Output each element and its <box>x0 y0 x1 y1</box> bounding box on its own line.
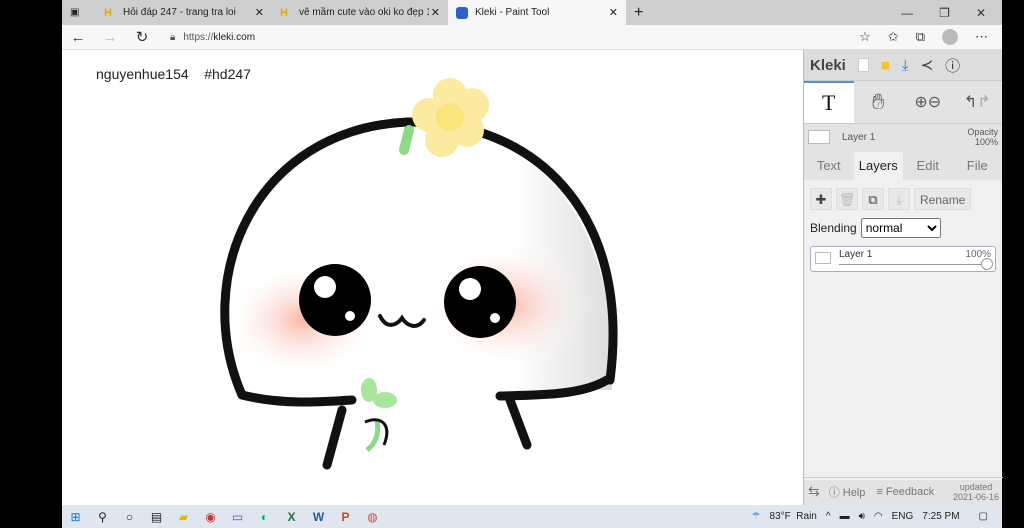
tab-text[interactable]: Text <box>804 152 854 180</box>
delete-layer-button[interactable]: 🗑︎ <box>836 188 858 210</box>
weather-text[interactable]: 83°F Rain <box>770 511 817 522</box>
show-hidden-icon[interactable]: ^ <box>826 511 831 522</box>
hoidap-favicon: H <box>280 6 288 19</box>
layer-thumbnail <box>815 252 831 264</box>
collections-icon[interactable]: ⧉ <box>916 29 925 45</box>
help-icon[interactable]: ⓘ <box>945 55 960 76</box>
kleki-favicon <box>456 6 468 19</box>
back-icon[interactable]: ← <box>62 29 94 46</box>
swap-side-icon[interactable]: ⇆ <box>808 483 820 500</box>
close-icon[interactable]: ✕ <box>431 6 440 19</box>
close-icon[interactable]: ✕ <box>609 6 618 19</box>
add-layer-button[interactable]: ✚ <box>810 188 832 210</box>
chrome-icon[interactable]: ◍ <box>359 510 386 524</box>
monitor-icon[interactable]: ▭ <box>224 510 251 524</box>
task-view-icon[interactable]: ▤ <box>143 510 170 524</box>
forward-icon[interactable]: → <box>94 29 126 46</box>
tab-edit[interactable]: Edit <box>903 152 953 180</box>
layer-item[interactable]: Layer 1 100% <box>810 246 996 272</box>
share-icon[interactable]: ≺ <box>921 56 934 74</box>
edge-icon[interactable]: ◐ <box>251 510 278 524</box>
updated-info: updated 2021-06-16 <box>952 481 999 502</box>
drawing-canvas[interactable]: nguyenhue154 #hd247 <box>62 50 803 505</box>
opacity-slider-handle[interactable] <box>981 258 993 270</box>
favorite-add-icon[interactable]: ☆ <box>859 29 871 45</box>
more-icon[interactable]: ⋯ <box>975 29 988 45</box>
hand-tool[interactable]: ✋︎ <box>854 81 904 123</box>
tab-hoidap[interactable]: H Hỏi đáp 247 - trang tra loi ✕ <box>96 0 272 25</box>
explorer-icon[interactable]: ▰ <box>170 510 197 524</box>
favorites-icon[interactable]: ✩ <box>888 29 899 45</box>
notifications-icon[interactable]: ▢ <box>979 511 988 522</box>
weather-icon[interactable]: ☂ <box>752 511 761 522</box>
new-image-icon[interactable] <box>857 58 869 72</box>
clock[interactable]: 7:25 PM <box>922 511 959 522</box>
zoom-buttons[interactable]: ⊕ ⊖ <box>903 81 953 123</box>
lock-icon: 🔒︎ <box>170 31 176 43</box>
cortana-icon[interactable]: ○ <box>116 510 143 524</box>
tab-actions-button[interactable]: ▣ <box>62 0 96 25</box>
restore-icon[interactable]: ❐ <box>939 6 950 20</box>
taskbar: ⊞ ⚲ ○ ▤ ▰ ◉ ▭ ◐ X W P ◍ ☂ 83°F Rain ^ ▬ … <box>62 505 1002 528</box>
opacity-slider[interactable] <box>839 264 987 265</box>
download-icon[interactable]: ⤓ <box>902 57 909 74</box>
address-bar: ← → ↻ 🔒︎ https://kleki.com ☆ ✩ ⧉ ⋯ <box>62 25 1002 50</box>
drawing <box>215 78 618 470</box>
url-field[interactable]: 🔒︎ https://kleki.com <box>170 32 255 43</box>
text-tool[interactable]: T <box>804 81 854 123</box>
redo-icon[interactable]: ↱ <box>977 92 990 112</box>
battery-icon[interactable]: ▬ <box>840 511 850 522</box>
powerpoint-icon[interactable]: P <box>332 510 359 524</box>
close-window-icon[interactable]: ✕ <box>976 6 986 20</box>
minimize-icon[interactable]: — <box>901 6 913 20</box>
undo-redo[interactable]: ↰ ↱ <box>953 81 1003 123</box>
left-eye <box>299 264 371 336</box>
zoom-in-icon[interactable]: ⊕ <box>914 92 927 112</box>
tab-kleki[interactable]: Kleki - Paint Tool ✕ <box>448 0 626 25</box>
tab-file[interactable]: File <box>953 152 1003 180</box>
help-button[interactable]: ⓘ Help <box>829 484 866 500</box>
new-tab-button[interactable]: + <box>626 0 656 25</box>
search-icon[interactable]: ⚲ <box>89 510 116 524</box>
tab-layers[interactable]: Layers <box>853 152 903 180</box>
browser-window: ▣ H Hỏi đáp 247 - trang tra loi ✕ Hvẽ mầm … <box>62 0 1003 505</box>
rename-button[interactable]: Rename <box>914 188 972 210</box>
kleki-logo: Kleki <box>810 56 846 74</box>
merge-down-button[interactable]: ⤓ <box>888 188 910 210</box>
tab-bar: ▣ H Hỏi đáp 247 - trang tra loi ✕ Hvẽ mầm … <box>62 0 1002 25</box>
tab-hoidap-2[interactable]: Hvẽ mầm cute vào oki ko đẹp 100 ✕ <box>272 0 448 25</box>
language-indicator[interactable]: ENG <box>892 511 914 522</box>
open-folder-icon[interactable]: ■ <box>881 57 890 74</box>
wifi-icon[interactable]: ◠ <box>874 511 883 522</box>
hoidap-favicon: H <box>104 6 112 19</box>
blending-select[interactable]: normal <box>860 218 941 238</box>
undo-icon[interactable]: ↰ <box>964 92 977 112</box>
start-icon[interactable]: ⊞ <box>62 510 89 524</box>
right-eye <box>444 266 516 338</box>
volume-icon[interactable]: 🔊︎ <box>859 511 865 522</box>
app-icon[interactable]: ◉ <box>197 510 224 524</box>
layer-thumbnail <box>808 130 830 144</box>
refresh-icon[interactable]: ↻ <box>126 28 158 46</box>
zoom-out-icon[interactable]: ⊖ <box>928 92 941 112</box>
feedback-button[interactable]: ≡ Feedback <box>876 486 934 498</box>
profile-avatar[interactable] <box>942 29 958 45</box>
excel-icon[interactable]: X <box>278 510 305 524</box>
word-icon[interactable]: W <box>305 510 332 524</box>
duplicate-layer-button[interactable]: ⧉ <box>862 188 884 210</box>
kleki-panel: Kleki ■ ⤓ ≺ ⓘ T ✋︎ ⊕ ⊖ ↰ ↱ Layer 1 Opacity 1… <box>803 50 1003 505</box>
close-icon[interactable]: ✕ <box>255 6 264 19</box>
